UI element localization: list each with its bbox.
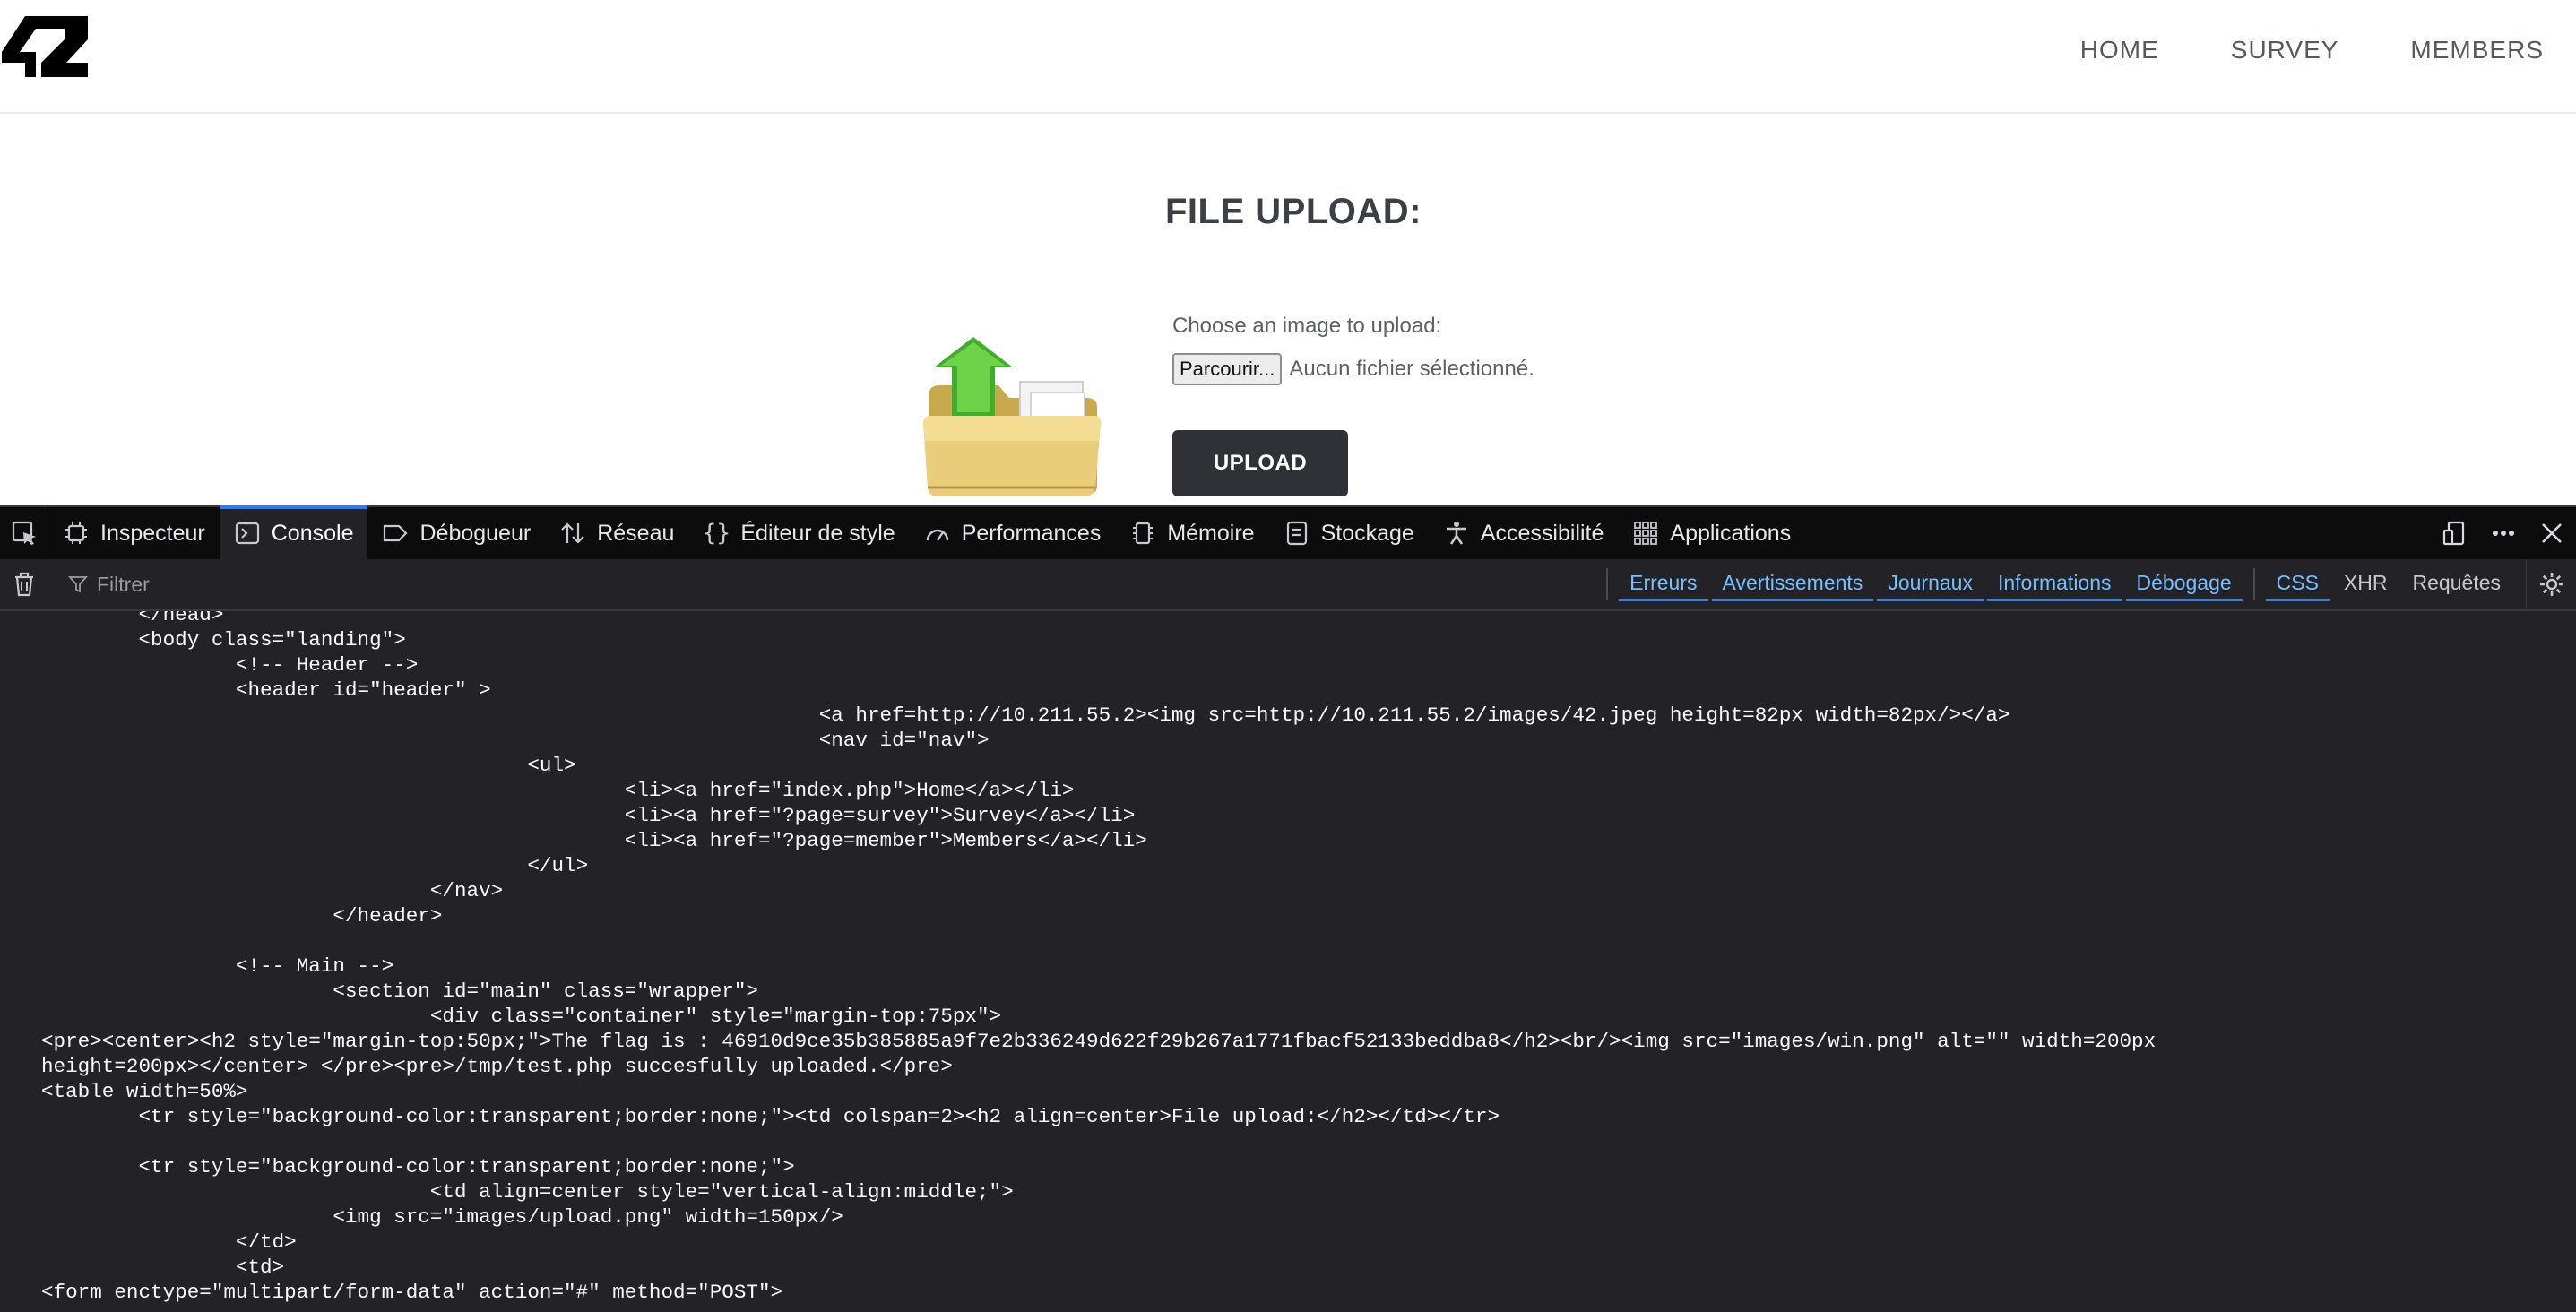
browse-button[interactable]: Parcourir... xyxy=(1172,353,1283,385)
separator xyxy=(2252,568,2255,600)
console-output[interactable]: </head> <body class="landing"> <!-- Head… xyxy=(0,611,2576,1312)
accessibility-icon xyxy=(1443,520,1470,547)
log-level-filters: Erreurs Avertissements Journaux Informat… xyxy=(1597,559,2576,609)
tab-accessibilite[interactable]: Accessibilité xyxy=(1429,507,1619,559)
console-line: </td> xyxy=(41,1230,297,1254)
tab-console[interactable]: Console xyxy=(219,505,368,559)
tab-label: Accessibilité xyxy=(1480,520,1604,546)
upload-folder-icon xyxy=(923,337,1102,496)
page-title: FILE UPLOAD: xyxy=(1165,192,1422,231)
style-editor-icon: {} xyxy=(702,520,731,547)
console-line: <nav id="nav"> xyxy=(41,729,990,752)
tab-label: Débogueur xyxy=(419,520,532,546)
nav-members[interactable]: MEMBERS xyxy=(2410,36,2544,65)
console-line: <td> xyxy=(41,1256,285,1279)
file-input: Parcourir... Aucun fichier sélectionné. xyxy=(1172,353,1534,385)
console-line: <pre><center><h2 style="margin-top:50px;… xyxy=(41,1030,2157,1053)
devtools-panel: Inspecteur Console Débogueur Réseau {} É… xyxy=(0,505,2576,1312)
memory-icon xyxy=(1129,520,1156,547)
tab-performances[interactable]: Performances xyxy=(910,507,1116,559)
tab-memoire[interactable]: Mémoire xyxy=(1115,507,1268,559)
file-status-text: Aucun fichier sélectionné. xyxy=(1289,357,1534,381)
devtools-window-controls xyxy=(2431,507,2576,559)
performance-icon xyxy=(924,520,951,547)
console-line: <form enctype="multipart/form-data" acti… xyxy=(41,1281,783,1304)
tab-debogueur[interactable]: Débogueur xyxy=(367,507,545,559)
console-line: <ul> xyxy=(41,754,576,777)
responsive-design-icon[interactable] xyxy=(2431,507,2479,559)
tab-label: Éditeur de style xyxy=(740,520,895,546)
console-line: <tr style="background-color:transparent;… xyxy=(41,1105,1500,1128)
upload-button[interactable]: UPLOAD xyxy=(1172,430,1348,496)
tab-reseau[interactable]: Réseau xyxy=(545,507,688,559)
console-line: <!-- Header --> xyxy=(41,653,419,677)
site-header: HOME SURVEY MEMBERS xyxy=(0,0,2576,114)
console-line: <div class="container" style="margin-top… xyxy=(41,1005,1002,1028)
console-line: <li><a href="index.php">Home</a></li> xyxy=(41,779,1075,802)
tab-inspecteur[interactable]: Inspecteur xyxy=(48,507,220,559)
type-requetes[interactable]: Requêtes xyxy=(2402,567,2511,601)
level-informations[interactable]: Informations xyxy=(1986,567,2122,601)
console-settings-gear-icon[interactable] xyxy=(2526,559,2576,609)
console-line: <a href=http://10.211.55.2><img src=http… xyxy=(41,703,2010,727)
level-journaux[interactable]: Journaux xyxy=(1877,567,1984,601)
console-line: <table width=50%> xyxy=(41,1080,248,1103)
choose-image-label: Choose an image to upload: xyxy=(1172,314,1442,338)
tab-label: Réseau xyxy=(597,520,675,546)
tab-applications[interactable]: Applications xyxy=(1618,507,1805,559)
console-line: <body class="landing"> xyxy=(41,628,406,652)
level-debogage[interactable]: Débogage xyxy=(2125,567,2243,601)
console-line: </header> xyxy=(41,904,443,928)
tab-label: Performances xyxy=(961,520,1102,546)
filter-input[interactable] xyxy=(97,572,1531,597)
nav-home[interactable]: HOME xyxy=(2080,36,2159,65)
type-xhr[interactable]: XHR xyxy=(2333,567,2399,601)
separator xyxy=(1606,568,1609,600)
tab-label: Console xyxy=(271,520,354,546)
console-line: </nav> xyxy=(41,879,504,902)
tab-label: Stockage xyxy=(1320,520,1414,546)
console-filter xyxy=(68,566,1592,602)
console-line: <li><a href="?page=survey">Survey</a></l… xyxy=(41,804,1136,827)
tab-stockage[interactable]: Stockage xyxy=(1269,507,1429,559)
storage-icon xyxy=(1284,520,1310,547)
console-line: <li><a href="?page=member">Members</a></… xyxy=(41,829,1147,852)
console-line: <!-- Main --> xyxy=(41,954,394,978)
more-options-icon[interactable] xyxy=(2479,507,2528,559)
console-line: <td align=center style="vertical-align:m… xyxy=(41,1180,1014,1204)
tab-label: Inspecteur xyxy=(100,520,205,546)
applications-icon xyxy=(1632,520,1659,547)
main-nav: HOME SURVEY MEMBERS xyxy=(2009,36,2544,65)
logo-42-icon xyxy=(2,16,88,77)
console-line: </ul> xyxy=(41,854,589,877)
filter-funnel-icon xyxy=(68,576,88,593)
console-line: </head> xyxy=(41,611,224,626)
type-css[interactable]: CSS xyxy=(2265,567,2330,601)
level-avertissements[interactable]: Avertissements xyxy=(1711,567,1874,601)
clear-console-trash-icon[interactable] xyxy=(0,559,48,609)
devtools-toolbar: Inspecteur Console Débogueur Réseau {} É… xyxy=(0,505,2576,559)
console-filter-bar: Erreurs Avertissements Journaux Informat… xyxy=(0,559,2576,611)
web-page: HOME SURVEY MEMBERS FILE UPLOAD: Choose … xyxy=(0,0,2576,505)
element-picker-icon[interactable] xyxy=(0,507,48,559)
console-line: <img src="images/upload.png" width=150px… xyxy=(41,1205,843,1229)
tab-label: Applications xyxy=(1670,520,1792,546)
network-icon xyxy=(559,520,586,547)
inspector-icon xyxy=(63,520,90,547)
tab-editeur-de-style[interactable]: {} Éditeur de style xyxy=(688,507,909,559)
close-devtools-icon[interactable] xyxy=(2528,507,2576,559)
console-icon xyxy=(234,520,261,547)
level-erreurs[interactable]: Erreurs xyxy=(1619,567,1708,601)
console-line: <section id="main" class="wrapper"> xyxy=(41,980,758,1003)
debugger-icon xyxy=(382,520,409,547)
tab-label: Mémoire xyxy=(1167,520,1255,546)
console-line: <header id="header" > xyxy=(41,678,491,702)
console-line: height=200px></center> </pre><pre>/tmp/t… xyxy=(41,1055,953,1078)
console-line: <tr style="background-color:transparent;… xyxy=(41,1155,795,1178)
nav-survey[interactable]: SURVEY xyxy=(2231,36,2339,65)
